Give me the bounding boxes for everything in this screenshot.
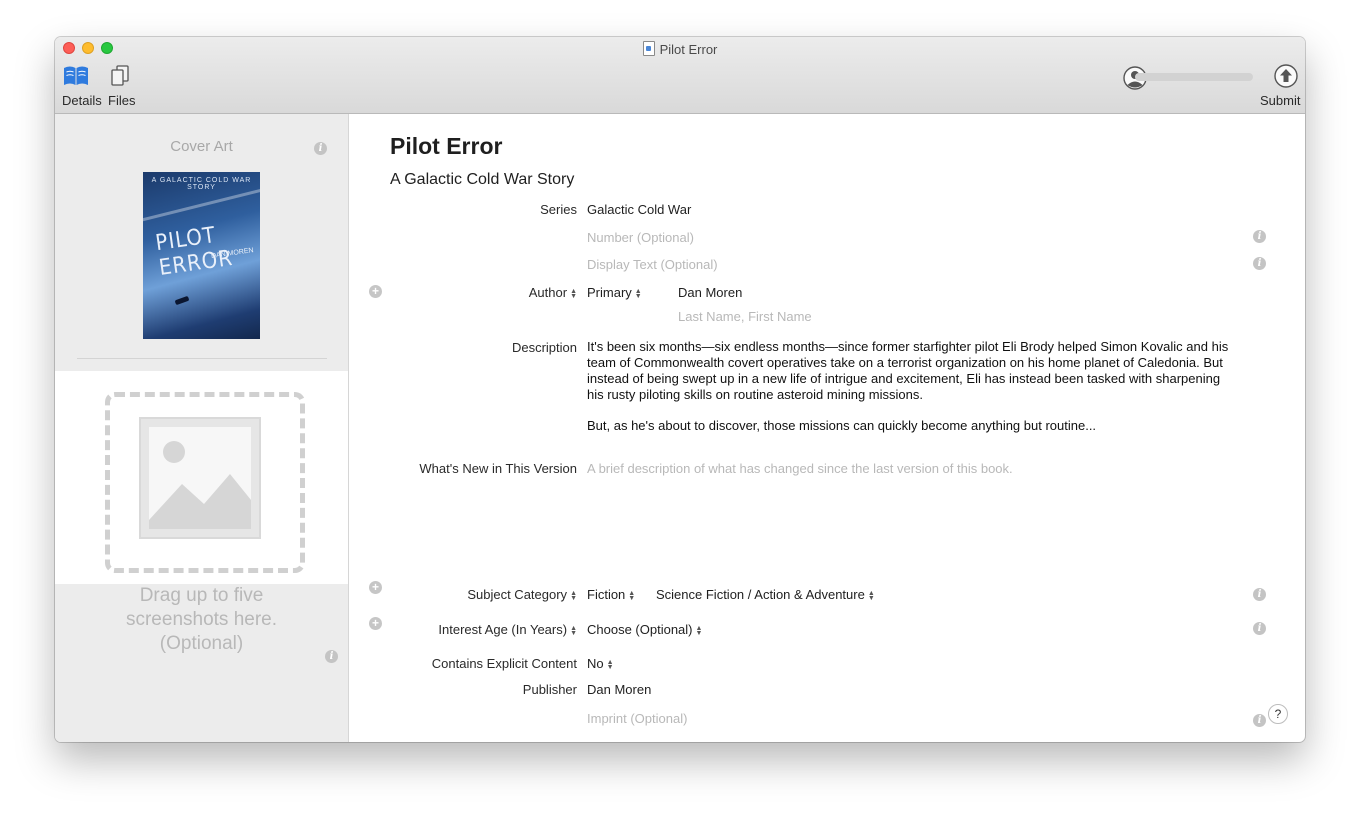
popup-chevron-icon: ▲ ▼: [695, 625, 703, 637]
details-tab-button[interactable]: Details: [62, 64, 102, 108]
screenshot-dashed-frame: [105, 392, 305, 573]
interest-age-value: Choose (Optional): [587, 622, 693, 637]
whats-new-field[interactable]: A brief description of what has changed …: [587, 461, 1013, 476]
screenshot-hint-text: Drag up to five screenshots here. (Optio…: [125, 585, 278, 654]
popup-chevron-icon: ▲ ▼: [634, 288, 642, 300]
sidebar-divider: [77, 358, 327, 359]
description-paragraph-1: It's been six months—six endless months—…: [587, 339, 1229, 402]
author-label: Author: [528, 285, 568, 300]
imprint-field[interactable]: Imprint (Optional): [587, 711, 687, 726]
help-button[interactable]: ?: [1268, 704, 1288, 724]
imprint-info-icon[interactable]: i: [1253, 714, 1266, 727]
description-label: Description: [511, 340, 577, 355]
cover-ship-graphic: [174, 295, 190, 306]
subject-info-icon[interactable]: i: [1253, 588, 1266, 601]
artwork-sidebar: Cover Art i A GALACTIC COLD WAR STORY PI…: [55, 114, 349, 742]
series-number-info-icon[interactable]: i: [1253, 230, 1266, 243]
whats-new-label: What's New in This Version: [419, 461, 577, 476]
explicit-content-popup[interactable]: No ▲ ▼: [587, 656, 614, 671]
author-type-popup[interactable]: Primary ▲ ▼: [587, 285, 642, 300]
app-window: Pilot Error Details Files Submit Cover A…: [55, 37, 1305, 742]
popup-chevron-icon: ▲ ▼: [570, 288, 577, 300]
description-field[interactable]: It's been six months—six endless months—…: [587, 339, 1237, 449]
interest-age-info-icon[interactable]: i: [1253, 622, 1266, 635]
document-icon: [642, 41, 655, 56]
popup-chevron-icon: ▲ ▼: [606, 659, 614, 671]
subject-primary-popup[interactable]: Fiction ▲ ▼: [587, 587, 635, 602]
cover-art-label: Cover Art: [170, 138, 233, 155]
series-number-field[interactable]: Number (Optional): [587, 230, 694, 245]
publisher-label: Publisher: [522, 682, 577, 697]
book-details-form: Pilot Error A Galactic Cold War Story Se…: [349, 114, 1305, 742]
series-display-text-field[interactable]: Display Text (Optional): [587, 257, 718, 272]
popup-chevron-icon: ▲ ▼: [867, 590, 875, 602]
subject-category-popup[interactable]: Subject Category ▲ ▼: [352, 587, 577, 602]
interest-age-label: Interest Age (In Years): [438, 622, 568, 637]
submit-label: Submit: [1260, 93, 1301, 108]
display-text-info-icon[interactable]: i: [1253, 257, 1266, 270]
popup-chevron-icon: ▲ ▼: [570, 625, 577, 637]
subject-category-label: Subject Category: [467, 587, 568, 602]
cover-kicker-text: A GALACTIC COLD WAR STORY: [151, 177, 252, 191]
author-name-field[interactable]: Dan Moren: [678, 285, 742, 300]
window-title: Pilot Error: [55, 41, 1305, 57]
explicit-content-label: Contains Explicit Content: [431, 656, 577, 671]
files-tab-button[interactable]: Files: [108, 64, 135, 108]
book-title[interactable]: Pilot Error: [390, 133, 502, 160]
popup-chevron-icon: ▲ ▼: [628, 590, 636, 602]
publisher-field[interactable]: Dan Moren: [587, 682, 651, 697]
book-subtitle[interactable]: A Galactic Cold War Story: [390, 171, 574, 189]
details-tab-label: Details: [62, 93, 102, 108]
explicit-content-value: No: [587, 656, 604, 671]
subject-secondary-popup[interactable]: Science Fiction / Action & Adventure ▲ ▼: [656, 587, 875, 602]
files-icon: [111, 65, 129, 86]
subject-primary-value: Fiction: [587, 587, 626, 602]
upload-arrow-icon: [1274, 64, 1298, 88]
screenshots-info-icon[interactable]: i: [325, 650, 338, 663]
interest-age-popup[interactable]: Interest Age (In Years) ▲ ▼: [352, 622, 577, 637]
cover-art-image[interactable]: A GALACTIC COLD WAR STORY PILOT ERROR DA…: [143, 172, 260, 339]
cover-art-info-icon[interactable]: i: [314, 142, 327, 155]
series-field[interactable]: Galactic Cold War: [587, 202, 691, 217]
files-tab-label: Files: [108, 93, 136, 108]
titlebar: Pilot Error Details Files Submit: [55, 37, 1305, 114]
screenshot-drop-zone[interactable]: [55, 371, 348, 584]
author-type-value: Primary: [587, 285, 632, 300]
author-sort-name-field[interactable]: Last Name, First Name: [678, 309, 812, 324]
submit-button[interactable]: Submit: [1260, 64, 1300, 108]
interest-age-value-popup[interactable]: Choose (Optional) ▲ ▼: [587, 622, 702, 637]
upload-progress-bar: [1135, 73, 1253, 81]
window-title-text: Pilot Error: [659, 42, 718, 57]
popup-chevron-icon: ▲ ▼: [570, 590, 577, 602]
subject-secondary-value: Science Fiction / Action & Adventure: [656, 587, 865, 602]
image-placeholder-icon: [139, 417, 261, 539]
description-paragraph-2: But, as he's about to discover, those mi…: [587, 418, 1097, 433]
author-role-popup[interactable]: Author ▲ ▼: [352, 285, 577, 300]
series-label: Series: [540, 202, 577, 217]
book-open-icon: [64, 66, 88, 85]
